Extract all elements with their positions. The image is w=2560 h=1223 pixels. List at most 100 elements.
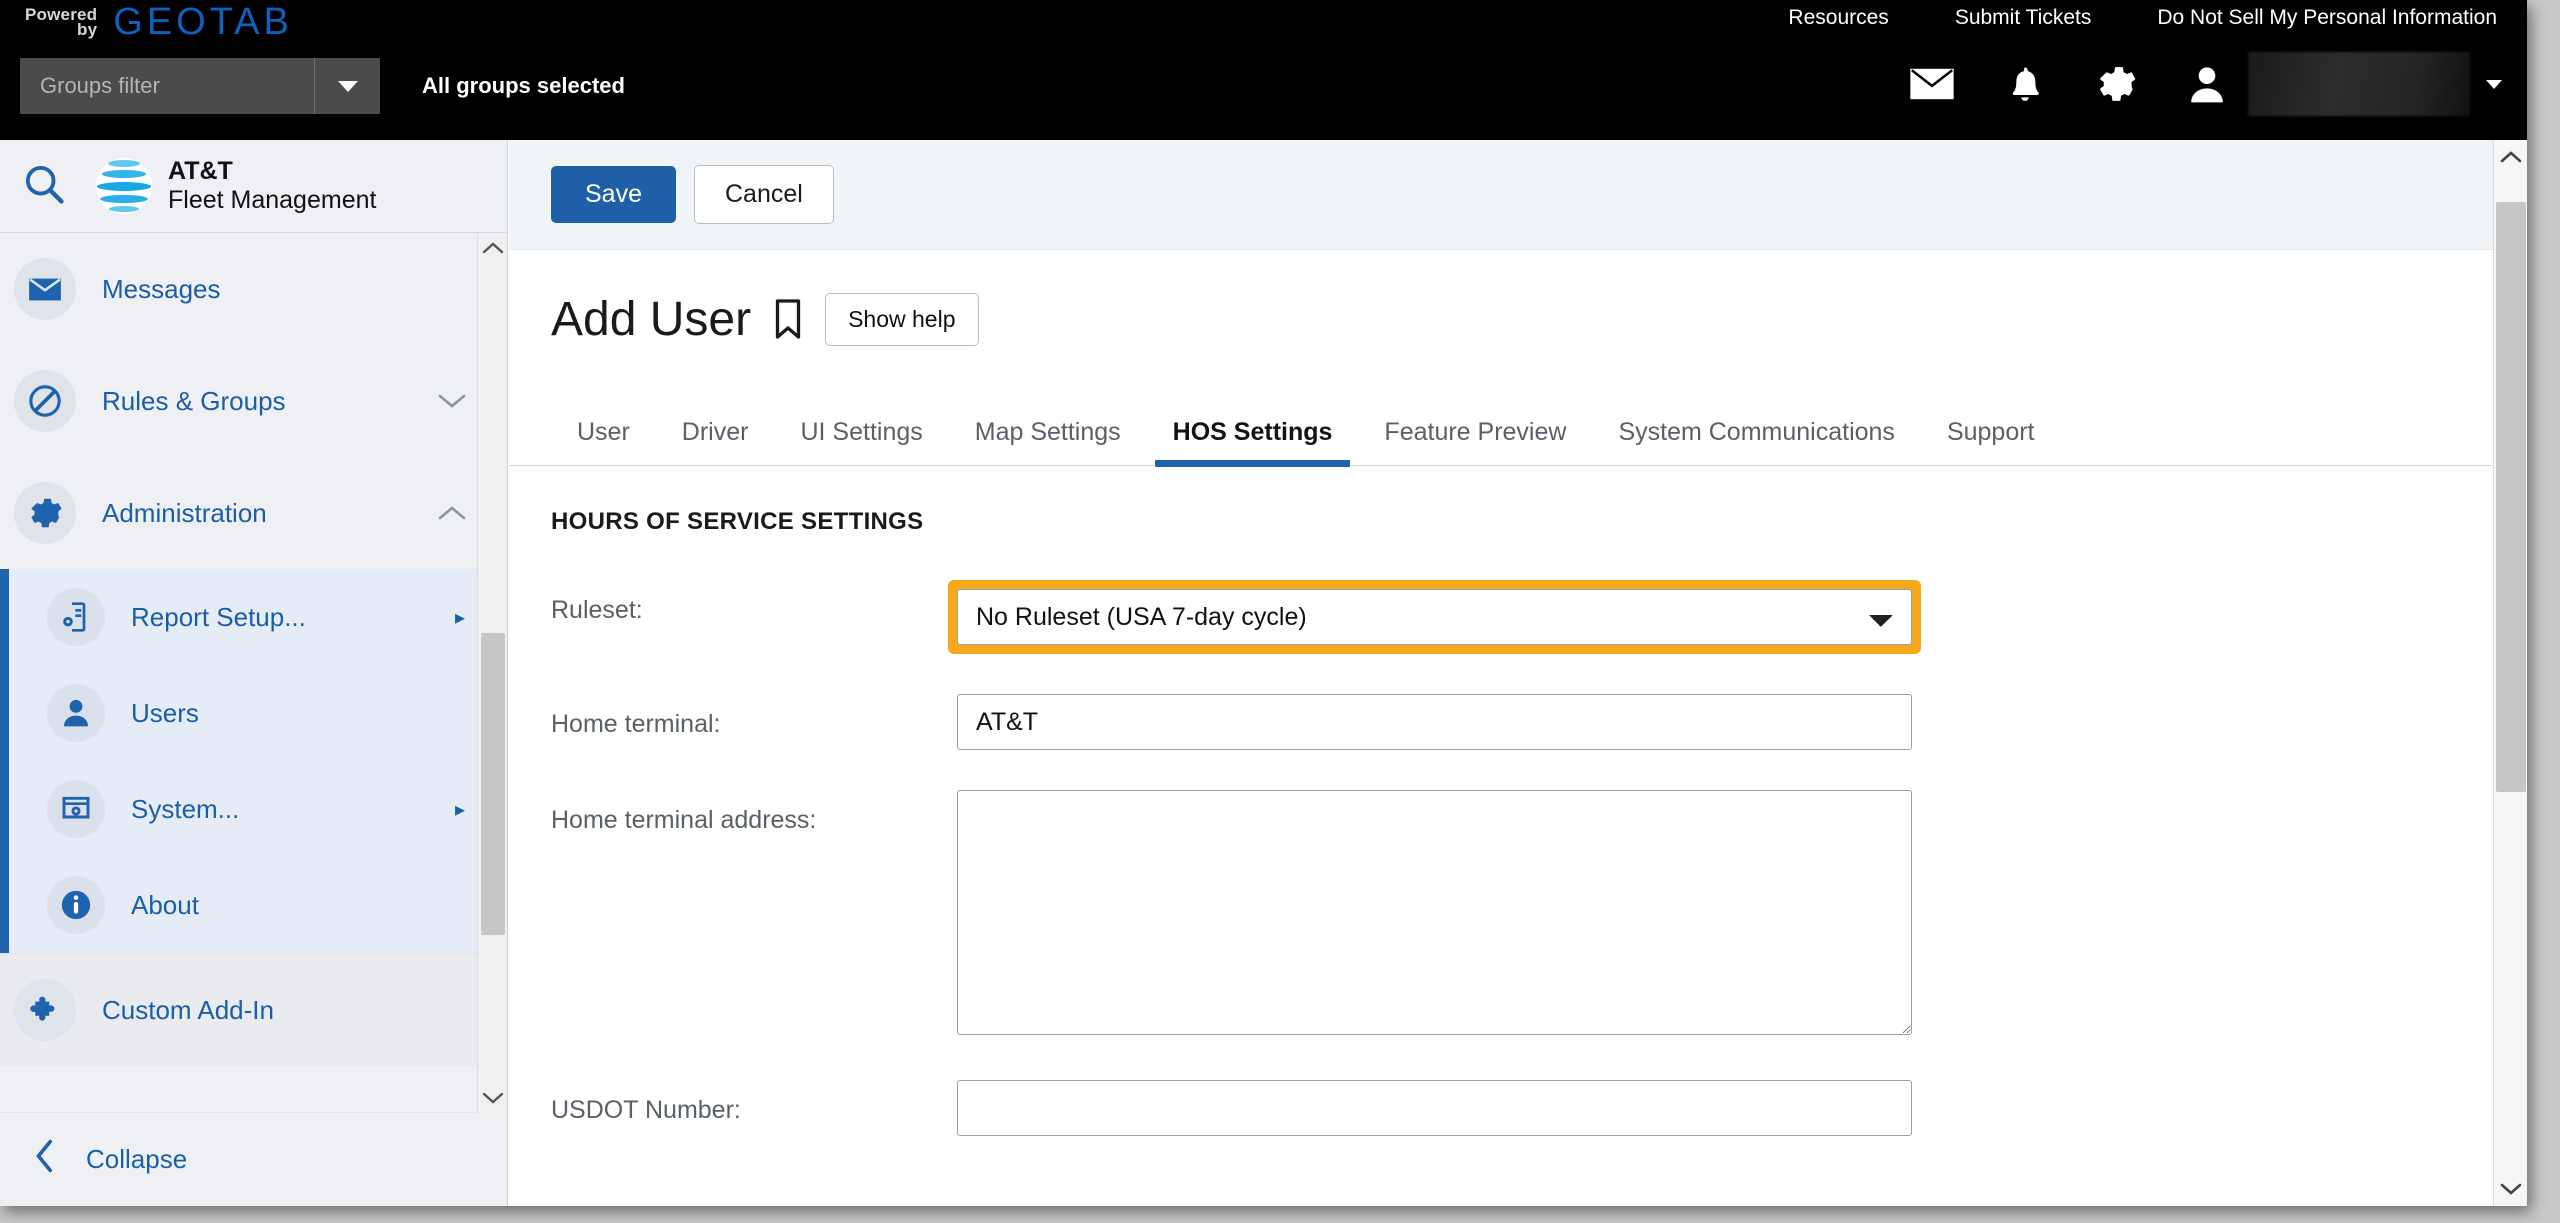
- sidebar-item-report-setup[interactable]: Report Setup... ▸: [9, 569, 507, 665]
- tab-system-communications[interactable]: System Communications: [1592, 418, 1920, 465]
- main-content: Save Cancel Add User Show help User Driv…: [509, 140, 2527, 1206]
- app-window: Powered by GEOTAB Resources Submit Ticke…: [0, 0, 2527, 1206]
- home-terminal-label: Home terminal:: [551, 710, 721, 738]
- gear-icon: [14, 482, 76, 544]
- section-title: HOURS OF SERVICE SETTINGS: [551, 508, 924, 535]
- sidebar-item-label: Report Setup...: [131, 601, 306, 632]
- powered-by-text: Powered by: [25, 6, 98, 39]
- tab-feature-preview[interactable]: Feature Preview: [1358, 418, 1592, 465]
- cancel-button[interactable]: Cancel: [693, 165, 834, 224]
- field-row-usdot-number: USDOT Number:: [509, 1080, 2527, 1136]
- page-title-row: Add User Show help: [509, 250, 2527, 388]
- user-menu[interactable]: [2188, 52, 2502, 116]
- main-scrollbar-thumb[interactable]: [2496, 202, 2526, 792]
- sidebar-item-custom-add-in-wrap: Custom Add-In: [0, 953, 507, 1066]
- sidebar-item-messages[interactable]: Messages: [0, 233, 507, 345]
- tab-support[interactable]: Support: [1921, 418, 2061, 465]
- att-logo-title: AT&T: [168, 156, 233, 185]
- report-setup-icon: [47, 588, 105, 646]
- sidebar-item-custom-add-in[interactable]: Custom Add-In: [0, 954, 507, 1066]
- sidebar-item-rules-and-groups[interactable]: Rules & Groups: [0, 345, 507, 457]
- powered-by-geotab-logo: Powered by GEOTAB: [25, 0, 293, 44]
- att-globe-icon: [96, 158, 152, 214]
- sidebar-header: AT&T Fleet Management: [0, 140, 507, 232]
- chevron-left-icon: [34, 1139, 56, 1180]
- sidebar-submenu-administration: Report Setup... ▸ Users System... ▸ Abou…: [0, 569, 507, 953]
- sidebar-item-label: Messages: [102, 273, 221, 304]
- top-link-submit-tickets[interactable]: Submit Tickets: [1955, 6, 2092, 30]
- top-link-do-not-sell[interactable]: Do Not Sell My Personal Information: [2157, 6, 2497, 30]
- chevron-right-icon[interactable]: ▸: [455, 797, 465, 822]
- scroll-up-button[interactable]: [478, 233, 507, 263]
- sidebar-scrollbar[interactable]: [477, 233, 507, 1112]
- hos-settings-form: HOURS OF SERVICE SETTINGS Ruleset: No Ru…: [509, 466, 2527, 1136]
- bell-icon[interactable]: [2006, 64, 2044, 104]
- usdot-number-label: USDOT Number:: [551, 1096, 741, 1124]
- puzzle-icon: [14, 979, 76, 1041]
- person-icon: [47, 684, 105, 742]
- att-fleet-management-logo: AT&T Fleet Management: [96, 157, 376, 216]
- usdot-number-control: [957, 1080, 2527, 1136]
- prohibit-icon: [14, 370, 76, 432]
- groups-selected-status: All groups selected: [422, 73, 625, 98]
- system-icon: [47, 780, 105, 838]
- field-row-ruleset: Ruleset: No Ruleset (USA 7-day cycle): [509, 580, 2527, 654]
- sidebar-item-label: Users: [131, 697, 199, 728]
- sidebar-item-system[interactable]: System... ▸: [9, 761, 507, 857]
- sidebar: AT&T Fleet Management Messages Rules & G…: [0, 140, 508, 1206]
- tab-ui-settings[interactable]: UI Settings: [774, 418, 948, 465]
- chevron-down-icon[interactable]: [2486, 79, 2502, 89]
- home-terminal-input[interactable]: [957, 694, 1912, 750]
- sidebar-item-users[interactable]: Users: [9, 665, 507, 761]
- sidebar-collapse-button[interactable]: Collapse: [0, 1112, 478, 1206]
- global-top-bar: Powered by GEOTAB Resources Submit Ticke…: [0, 0, 2527, 140]
- groups-filter[interactable]: Groups filter: [20, 58, 380, 114]
- sidebar-item-administration[interactable]: Administration: [0, 457, 507, 569]
- tab-driver[interactable]: Driver: [656, 418, 775, 465]
- top-link-resources[interactable]: Resources: [1788, 6, 1888, 30]
- gear-icon[interactable]: [2096, 64, 2136, 104]
- show-help-button[interactable]: Show help: [825, 292, 979, 346]
- geotab-wordmark: GEOTAB: [113, 0, 293, 43]
- mail-icon[interactable]: [1910, 68, 1954, 100]
- info-icon: [47, 876, 105, 934]
- sidebar-item-about[interactable]: About: [9, 857, 507, 953]
- powered-line-2: by: [77, 20, 98, 39]
- scroll-up-button[interactable]: [2494, 140, 2527, 174]
- sidebar-scrollbar-thumb[interactable]: [481, 633, 505, 935]
- sidebar-collapse-label: Collapse: [86, 1144, 188, 1174]
- ruleset-control: No Ruleset (USA 7-day cycle): [948, 580, 2527, 654]
- field-row-home-terminal: Home terminal:: [509, 694, 2527, 750]
- page-title: Add User: [551, 292, 752, 346]
- home-terminal-control: [957, 694, 2527, 750]
- person-icon[interactable]: [2188, 64, 2226, 104]
- main-scrollbar[interactable]: [2493, 140, 2527, 1206]
- groups-filter-row: Groups filter All groups selected: [20, 58, 625, 114]
- tab-map-settings[interactable]: Map Settings: [949, 418, 1147, 465]
- groups-filter-dropdown-button[interactable]: [315, 58, 380, 114]
- scroll-down-button[interactable]: [2494, 1172, 2527, 1206]
- sidebar-nav-list: Messages Rules & Groups Administration R…: [0, 232, 507, 1112]
- home-terminal-address-control: [957, 790, 2527, 1040]
- mail-icon: [14, 258, 76, 320]
- att-logo-subtitle: Fleet Management: [168, 186, 377, 214]
- chevron-right-icon[interactable]: ▸: [455, 605, 465, 630]
- chevron-up-icon[interactable]: [437, 498, 467, 529]
- tab-hos-settings[interactable]: HOS Settings: [1147, 418, 1359, 467]
- groups-filter-input[interactable]: Groups filter: [20, 58, 315, 114]
- scroll-down-button[interactable]: [478, 1083, 507, 1112]
- settings-tabs: User Driver UI Settings Map Settings HOS…: [509, 388, 2527, 467]
- save-button[interactable]: Save: [551, 166, 676, 223]
- ruleset-select[interactable]: No Ruleset (USA 7-day cycle): [957, 589, 1912, 645]
- home-terminal-address-label: Home terminal address:: [551, 806, 817, 834]
- bookmark-icon[interactable]: [773, 298, 803, 340]
- home-terminal-address-textarea[interactable]: [957, 790, 1912, 1035]
- usdot-number-input[interactable]: [957, 1080, 1912, 1136]
- search-icon[interactable]: [22, 162, 66, 211]
- ruleset-label: Ruleset:: [551, 596, 643, 624]
- field-row-home-terminal-address: Home terminal address:: [509, 790, 2527, 1040]
- chevron-down-icon[interactable]: [437, 386, 467, 417]
- tab-user[interactable]: User: [551, 418, 656, 465]
- sidebar-item-label: Rules & Groups: [102, 385, 286, 416]
- user-name-redacted: [2248, 52, 2470, 116]
